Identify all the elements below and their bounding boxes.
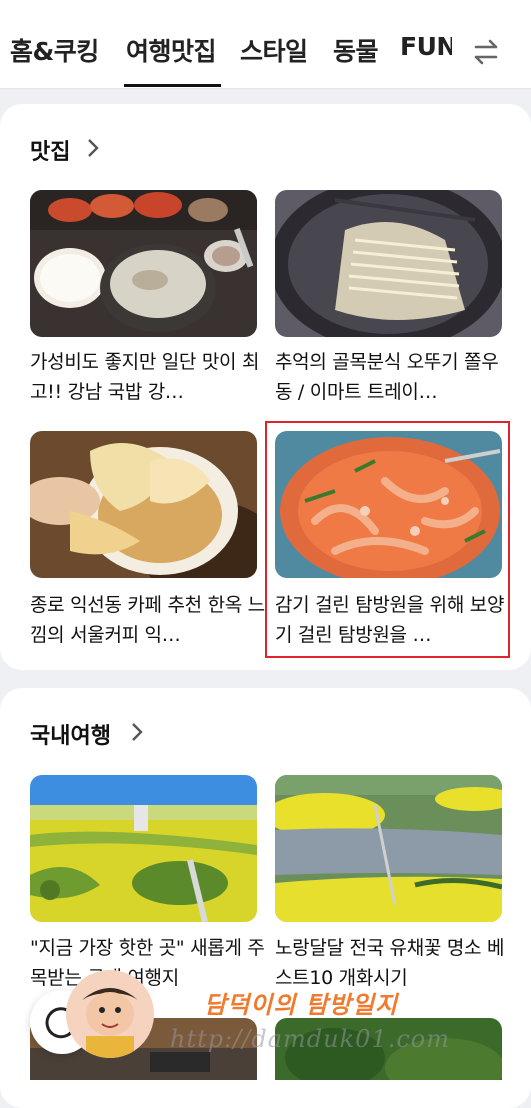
category-tab-bar: 홈&쿠킹 여행맛집 스타일 동물 FUN: [0, 0, 531, 89]
chevron-right-icon[interactable]: [130, 722, 144, 742]
tab-animals[interactable]: 동물: [333, 32, 379, 68]
tab-home-cooking[interactable]: 홈&쿠킹: [10, 32, 99, 68]
tab-style[interactable]: 스타일: [240, 32, 308, 68]
tab-fun[interactable]: FUN: [400, 32, 452, 61]
thumbnail-canola-river[interactable]: [275, 775, 502, 922]
card-caption[interactable]: 종로 익선동 카페 추천 한옥 느낌의 서울커피 익…: [30, 590, 266, 650]
thumbnail-korean-soup[interactable]: [30, 190, 257, 337]
highlight-annotation-box: [265, 421, 510, 658]
section-title-domestic-travel[interactable]: 국내여행: [30, 718, 111, 750]
watermark-title: 담덕이의 탐방일지: [204, 990, 398, 1019]
thumbnail-canola-field[interactable]: [30, 775, 257, 922]
card-caption[interactable]: 추억의 골목분식 오뚜기 쫄우동 / 이마트 트레이…: [275, 347, 511, 407]
thumbnail-noodles[interactable]: [275, 190, 502, 337]
active-tab-indicator: [124, 84, 221, 87]
tab-travel-food[interactable]: 여행맛집: [126, 32, 217, 68]
card-caption[interactable]: 노랑달달 전국 유채꽃 명소 베스트10 개화시기: [275, 933, 511, 993]
card-caption[interactable]: 가성비도 좋지만 일단 맛이 최고!! 강남 국밥 강…: [30, 347, 266, 407]
section-title-restaurants[interactable]: 맛집: [30, 134, 70, 166]
chevron-right-icon[interactable]: [86, 138, 100, 158]
swap-arrows-icon[interactable]: [470, 36, 502, 68]
thumbnail-bread-dip[interactable]: [30, 431, 257, 578]
watermark-avatar-logo: [66, 970, 154, 1058]
card-caption[interactable]: "지금 가장 핫한 곳" 새롭게 주목받는 국내 여행지: [30, 933, 266, 993]
watermark-url: http://damduk01.com: [170, 1025, 450, 1053]
